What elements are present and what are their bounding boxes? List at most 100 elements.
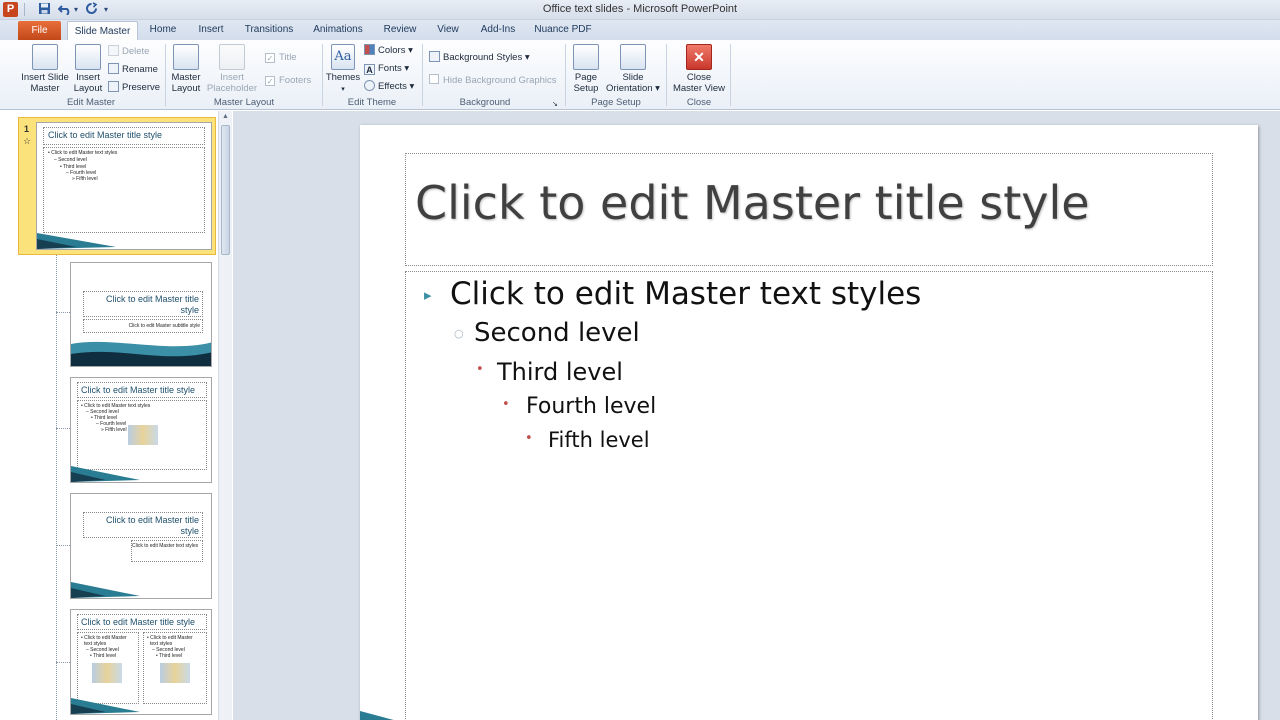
close-master-view-label-2: Master View bbox=[672, 83, 726, 94]
content-placeholder-icon bbox=[160, 663, 190, 683]
layout-thumbnail-title-content[interactable]: Click to edit Master title style • Click… bbox=[70, 377, 212, 483]
insert-placeholder-label-2: Placeholder bbox=[206, 83, 258, 94]
mini-body: • Click to edit Master text styles – Sec… bbox=[77, 400, 207, 470]
tab-transitions[interactable]: Transitions bbox=[238, 20, 300, 40]
ribbon-tabs: File Slide Master Home Insert Transition… bbox=[0, 20, 1280, 41]
rename-button[interactable]: Rename bbox=[108, 63, 158, 76]
group-label-edit-master: Edit Master bbox=[66, 97, 116, 108]
slide-orientation-label-1: Slide bbox=[622, 72, 644, 83]
ribbon: Insert Slide Master Insert Layout Delete… bbox=[0, 40, 1280, 110]
scrollbar-thumb[interactable] bbox=[221, 125, 230, 255]
level-2-text[interactable]: Second level bbox=[474, 318, 640, 348]
layout-thumbnail-two-content[interactable]: Click to edit Master title style • Click… bbox=[70, 609, 212, 715]
insert-layout-label-2: Layout bbox=[73, 83, 103, 94]
effects-button[interactable]: Effects ▾ bbox=[364, 80, 414, 93]
mini-right-level-3: • Third level bbox=[156, 653, 183, 659]
effects-label: Effects bbox=[378, 81, 407, 92]
insert-layout-button[interactable]: Insert Layout bbox=[72, 44, 104, 94]
footers-checkbox[interactable]: ✓ Footers bbox=[265, 74, 311, 87]
group-separator bbox=[666, 44, 667, 106]
tab-review[interactable]: Review bbox=[376, 20, 424, 40]
title-placeholder[interactable]: Click to edit Master title style bbox=[405, 153, 1213, 266]
tab-animations[interactable]: Animations bbox=[307, 20, 369, 40]
teal-wave-decoration bbox=[71, 466, 141, 482]
close-master-view-button[interactable]: ✕ Close Master View bbox=[670, 44, 728, 94]
colors-button[interactable]: Colors ▾ bbox=[364, 44, 413, 57]
level-3-bullet-icon: • bbox=[476, 362, 484, 377]
mini-title: Click to edit Master title style bbox=[83, 512, 203, 538]
slide-master-thumbnail[interactable]: Click to edit Master title style • Click… bbox=[36, 122, 212, 250]
hide-bg-check-icon bbox=[429, 74, 439, 84]
page-setup-button[interactable]: Page Setup bbox=[568, 44, 604, 94]
scroll-up-icon[interactable]: ▲ bbox=[221, 113, 230, 120]
slide-orientation-button[interactable]: Slide Orientation ▾ bbox=[604, 44, 662, 94]
level-4-text[interactable]: Fourth level bbox=[526, 394, 656, 419]
layout-thumbnail-section-header[interactable]: Click to edit Master title style Click t… bbox=[70, 493, 212, 599]
slide-star-icon: ☆ bbox=[23, 136, 32, 146]
slide-title-text[interactable]: Click to edit Master title style bbox=[415, 176, 1090, 230]
tab-home[interactable]: Home bbox=[142, 20, 184, 40]
insert-placeholder-icon bbox=[219, 44, 245, 70]
mini-level-5: » Fifth level bbox=[101, 427, 127, 433]
body-placeholder[interactable]: ▸ Click to edit Master text styles ○ Sec… bbox=[405, 271, 1213, 720]
level-3-text[interactable]: Third level bbox=[497, 358, 623, 386]
master-layout-label-1: Master bbox=[171, 72, 201, 83]
title-bar: P ▾ ▾ Office text slides - Microsoft Pow… bbox=[0, 0, 1280, 20]
hide-background-graphics-label: Hide Background Graphics bbox=[443, 75, 557, 86]
group-label-edit-theme: Edit Theme bbox=[347, 97, 397, 108]
background-styles-button[interactable]: Background Styles ▾ bbox=[429, 51, 530, 64]
fonts-icon: A bbox=[364, 64, 375, 75]
mini-title: Click to edit Master title style bbox=[43, 127, 205, 145]
title-checkbox[interactable]: ✓ Title bbox=[265, 51, 297, 64]
mini-subtitle: Click to edit Master subtitle style bbox=[128, 323, 200, 329]
background-dialog-launcher-icon[interactable]: ↘ bbox=[552, 98, 558, 111]
slide-canvas[interactable]: Click to edit Master title style ▸ Click… bbox=[360, 125, 1258, 720]
group-separator bbox=[322, 44, 323, 106]
footers-check-icon: ✓ bbox=[265, 76, 275, 86]
page-setup-label-1: Page bbox=[574, 72, 598, 83]
tree-connector bbox=[56, 545, 70, 546]
tab-file[interactable]: File bbox=[18, 21, 61, 40]
tab-nuance-pdf[interactable]: Nuance PDF bbox=[530, 20, 596, 40]
insert-placeholder-label-1: Insert bbox=[220, 72, 244, 83]
insert-placeholder-button[interactable]: Insert Placeholder bbox=[204, 44, 260, 94]
group-label-background: Background bbox=[459, 97, 511, 108]
teal-wave-decoration bbox=[71, 698, 141, 714]
title-checkbox-label: Title bbox=[279, 52, 297, 63]
mini-title: Click to edit Master title style bbox=[77, 614, 207, 630]
fonts-button[interactable]: A Fonts ▾ bbox=[364, 62, 409, 75]
hide-background-graphics-checkbox[interactable]: Hide Background Graphics bbox=[429, 74, 557, 87]
themes-button[interactable]: Aa Themes ▾ bbox=[325, 44, 361, 95]
master-layout-button[interactable]: Master Layout bbox=[168, 44, 204, 94]
rename-label: Rename bbox=[122, 64, 158, 75]
level-5-bullet-icon: • bbox=[525, 431, 533, 446]
mini-text-box: Click to edit Master text styles bbox=[131, 540, 203, 562]
background-styles-label: Background Styles bbox=[443, 52, 523, 63]
footers-checkbox-label: Footers bbox=[279, 75, 312, 86]
level-4-bullet-icon: • bbox=[502, 397, 510, 412]
window-title: Office text slides - Microsoft PowerPoin… bbox=[542, 3, 738, 15]
tree-connector bbox=[56, 312, 70, 313]
tab-add-ins[interactable]: Add-Ins bbox=[474, 20, 522, 40]
tab-view[interactable]: View bbox=[430, 20, 466, 40]
master-layout-label-2: Layout bbox=[171, 83, 201, 94]
mini-level-2: – Second level bbox=[54, 157, 87, 163]
tab-slide-master[interactable]: Slide Master bbox=[67, 21, 138, 41]
tab-insert[interactable]: Insert bbox=[190, 20, 232, 40]
level-1-bullet-icon: ▸ bbox=[424, 286, 432, 304]
themes-label: Themes bbox=[325, 72, 361, 83]
layout-thumbnail-title-slide[interactable]: Click to edit Master title style Click t… bbox=[70, 262, 212, 367]
preserve-icon bbox=[108, 81, 119, 92]
preserve-button[interactable]: Preserve bbox=[108, 81, 160, 94]
group-separator bbox=[565, 44, 566, 106]
thumbnail-scrollbar[interactable]: ▲ bbox=[218, 111, 232, 720]
preserve-label: Preserve bbox=[122, 82, 161, 93]
insert-slide-master-button[interactable]: Insert Slide Master bbox=[18, 44, 72, 94]
tree-connector-line bbox=[56, 255, 57, 720]
mini-left-level-3: • Third level bbox=[90, 653, 117, 659]
level-5-text[interactable]: Fifth level bbox=[548, 428, 650, 452]
insert-slide-master-icon bbox=[32, 44, 58, 70]
mini-title: Click to edit Master title style bbox=[83, 291, 203, 317]
level-1-text[interactable]: Click to edit Master text styles bbox=[450, 276, 921, 312]
delete-button[interactable]: Delete bbox=[108, 45, 149, 58]
